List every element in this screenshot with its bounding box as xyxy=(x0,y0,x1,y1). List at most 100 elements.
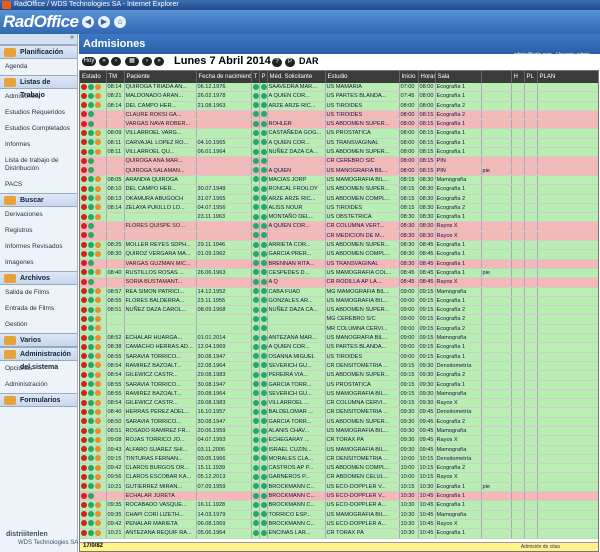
status-icon[interactable] xyxy=(88,176,94,183)
status-cell[interactable] xyxy=(80,528,107,539)
status-icon[interactable] xyxy=(95,241,101,248)
status-cell[interactable] xyxy=(80,342,107,353)
status-icon[interactable] xyxy=(81,306,87,313)
status-icon[interactable] xyxy=(81,157,87,164)
table-row[interactable]: 08:40 RUSTILLOS ROSAS ... 26.06.1963 CESPED… xyxy=(80,268,598,279)
status-icon[interactable] xyxy=(81,325,87,332)
table-row[interactable]: 08:51 ROSADO RAMIREZ FR... 20.06.1959 ALANI… xyxy=(80,426,598,437)
status-cell[interactable] xyxy=(80,296,107,307)
sidebar-item[interactable]: Gestión xyxy=(0,317,77,333)
table-row[interactable]: VARGAS GUZMAN MIC... BRENNAN RITA... US TR… xyxy=(80,259,598,269)
table-row[interactable]: 08:11 VILLARROEL QU... 06.01.1964 NUÑEZ DAZ… xyxy=(80,147,598,158)
status-cell[interactable] xyxy=(80,203,107,214)
status-icon[interactable] xyxy=(81,111,87,118)
table-row[interactable]: 08:54 GILEWICZ CASTR... 29.08.1983 VILLARRO… xyxy=(80,398,598,409)
table-row[interactable]: QUIROGA SALAMAN... A QUIEN US MANOGRAFIA B… xyxy=(80,166,598,176)
sidebar-item[interactable]: Lista de trabajo de Distribución xyxy=(0,153,77,177)
status-icon[interactable] xyxy=(88,139,94,146)
status-cell[interactable] xyxy=(80,491,107,502)
table-row[interactable]: 08:55 SARAVIA TORRICO... 30.08.1947 OSANNA … xyxy=(80,352,598,362)
back-icon[interactable]: ◀ xyxy=(82,16,94,28)
table-row[interactable]: 08:40 HERRAS PEREZ ADEL... 16.10.1957 BALDE… xyxy=(80,407,598,418)
status-icon[interactable] xyxy=(88,102,94,109)
status-icon[interactable] xyxy=(81,288,87,295)
status-cell[interactable] xyxy=(80,156,107,167)
status-icon[interactable] xyxy=(88,520,94,527)
status-icon[interactable] xyxy=(95,455,101,462)
status-cell[interactable] xyxy=(80,231,107,242)
status-icon[interactable] xyxy=(81,260,87,267)
status-icon[interactable] xyxy=(95,371,101,378)
table-row[interactable]: 08:30 QUIROZ VERGARA MA... 01.09.1962 GARCI… xyxy=(80,249,598,260)
prev-day-icon[interactable]: ‹ xyxy=(111,57,121,66)
status-icon[interactable] xyxy=(88,222,94,229)
prev-week-icon[interactable]: « xyxy=(99,57,109,66)
status-icon[interactable] xyxy=(95,408,101,415)
status-icon[interactable] xyxy=(81,241,87,248)
status-cell[interactable] xyxy=(80,519,107,530)
status-cell[interactable] xyxy=(80,175,107,186)
status-icon[interactable] xyxy=(81,399,87,406)
status-cell[interactable] xyxy=(80,472,107,483)
status-icon[interactable] xyxy=(95,483,101,490)
status-icon[interactable] xyxy=(95,418,101,425)
table-row[interactable]: 08:10 DEL CAMPO HER... 30.07.1949 RONCAL FR… xyxy=(80,184,598,195)
status-icon[interactable] xyxy=(88,343,94,350)
sidebar-section[interactable]: Varios xyxy=(0,333,77,347)
table-row[interactable]: 09:08 ROJAS TORRICO JO... 04.07.1993 ECHEGA… xyxy=(80,435,598,446)
home-icon[interactable]: ⌂ xyxy=(114,16,126,28)
status-icon[interactable] xyxy=(88,408,94,415)
status-icon[interactable] xyxy=(95,436,101,443)
info-icon[interactable]: ? xyxy=(272,58,282,67)
status-icon[interactable] xyxy=(81,473,87,480)
status-icon[interactable] xyxy=(81,436,87,443)
status-icon[interactable] xyxy=(88,436,94,443)
status-icon[interactable] xyxy=(88,492,94,499)
status-cell[interactable] xyxy=(80,240,107,251)
column-header[interactable]: T xyxy=(251,71,260,83)
table-row[interactable]: 08:25 MOLLER REYES SDPH... 29.11.1946 ARRIE… xyxy=(80,240,598,251)
column-header[interactable]: Estudio xyxy=(325,71,400,83)
status-cell[interactable] xyxy=(80,83,107,93)
sidebar-item[interactable]: Estudios Completados xyxy=(0,121,77,137)
status-icon[interactable] xyxy=(88,232,94,239)
status-icon[interactable] xyxy=(81,390,87,397)
table-row[interactable]: MR COLUMNA CERVI... 09:00 09:15 Ecografía 2 xyxy=(80,324,598,335)
sidebar-item[interactable]: Estudios Requeridos xyxy=(0,105,77,121)
table-row[interactable]: 09:42 PENALAR MARIETA 06.08.1969 BROCKMANN … xyxy=(80,519,598,530)
column-header[interactable]: Méd. Solicitante xyxy=(267,71,326,83)
status-icon[interactable] xyxy=(95,83,101,90)
status-icon[interactable] xyxy=(88,278,94,285)
status-icon[interactable] xyxy=(88,306,94,313)
status-icon[interactable] xyxy=(81,222,87,229)
sidebar-item[interactable]: Salida de Films xyxy=(0,285,77,301)
status-icon[interactable] xyxy=(81,529,87,536)
table-row[interactable]: 08:50 SARAVIA TORRICO... 30.08.1947 GARCIA … xyxy=(80,417,598,428)
status-icon[interactable] xyxy=(95,464,101,471)
table-row[interactable]: 23.11.1963 MONTAÑO DEL... US OBSTETRICA 08:… xyxy=(80,212,598,223)
status-icon[interactable] xyxy=(81,501,87,508)
status-icon[interactable] xyxy=(81,446,87,453)
column-header[interactable]: PLAN xyxy=(537,71,598,83)
status-icon[interactable] xyxy=(95,250,101,257)
sidebar-section[interactable]: Formularios xyxy=(0,393,77,407)
status-icon[interactable] xyxy=(81,92,87,99)
sidebar-item[interactable]: Entrada de Films xyxy=(0,301,77,317)
status-icon[interactable] xyxy=(88,473,94,480)
status-icon[interactable] xyxy=(95,269,101,276)
column-header[interactable]: Paciente xyxy=(124,71,197,83)
column-header[interactable]: Fecha de nacimiento xyxy=(196,71,252,83)
status-icon[interactable] xyxy=(88,501,94,508)
status-icon[interactable] xyxy=(81,353,87,360)
column-header[interactable]: P xyxy=(259,71,268,83)
status-cell[interactable] xyxy=(80,500,107,511)
sidebar-section[interactable]: Buscar xyxy=(0,193,77,207)
status-icon[interactable] xyxy=(81,176,87,183)
table-row[interactable]: ECHALAR JURETA BROCKMANN C... US ECO-DOPPL… xyxy=(80,491,598,502)
status-icon[interactable] xyxy=(88,455,94,462)
status-icon[interactable] xyxy=(88,167,94,174)
status-icon[interactable] xyxy=(81,148,87,155)
status-icon[interactable] xyxy=(81,139,87,146)
status-icon[interactable] xyxy=(81,204,87,211)
status-cell[interactable] xyxy=(80,212,107,223)
